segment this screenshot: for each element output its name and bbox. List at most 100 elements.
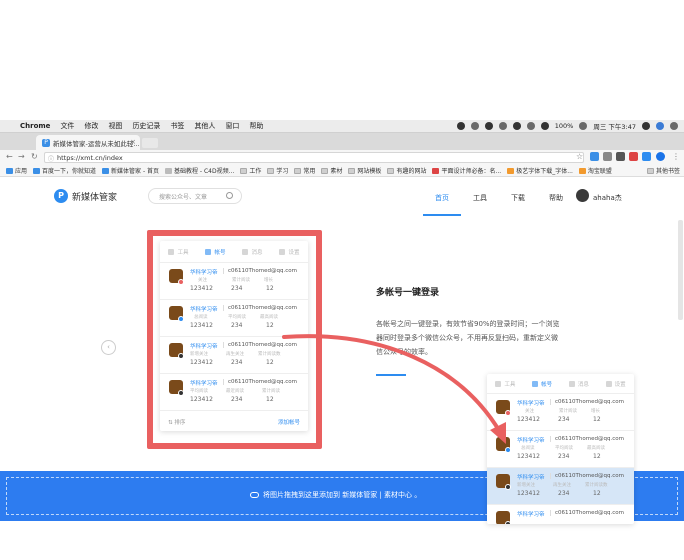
tab-account[interactable]: 帐号 (205, 248, 226, 256)
wechat-icon[interactable] (484, 122, 493, 130)
extension-icon[interactable] (603, 152, 612, 161)
tray-app-icon[interactable] (498, 122, 507, 130)
design-icon (432, 167, 440, 174)
stat-value: 12 (593, 490, 601, 497)
tab-messages[interactable]: 消息 (242, 248, 263, 256)
address-bar[interactable]: ⓘ https://xmt.cn/index (44, 152, 584, 163)
menu-people[interactable]: 其他人 (194, 121, 215, 131)
bookmark-folder-templates[interactable]: 网站模板 (348, 166, 381, 175)
search-icon[interactable] (642, 122, 650, 130)
battery-icon[interactable] (579, 122, 588, 130)
bookmark-folder-study[interactable]: 学习 (267, 166, 288, 175)
menu-window[interactable]: 窗口 (225, 121, 239, 131)
bookmark-font[interactable]: 极艺字体下载_字体... (507, 166, 573, 175)
account-row[interactable]: 华科学习帝 c06110Thomed@qq.com 总阅读 平均阅读 最高阅读 … (160, 300, 308, 337)
nav-tools[interactable]: 工具 (473, 193, 487, 203)
bookmark-taobao[interactable]: 淘宝联盟 (578, 166, 612, 175)
search-icon[interactable] (226, 192, 233, 199)
menu-view[interactable]: 视图 (108, 121, 122, 131)
bookmark-folder-work[interactable]: 工作 (240, 166, 261, 175)
menubar-app-name[interactable]: Chrome (20, 122, 50, 130)
user-avatar[interactable] (576, 189, 589, 202)
back-icon[interactable]: ← (6, 152, 13, 161)
upload-hint: 将图片拖拽到这里添加到 新媒体管家 | 素材中心 。 (250, 490, 421, 500)
wifi-icon[interactable] (526, 122, 535, 130)
stat-label: 最高阅读 (587, 446, 605, 451)
info-icon[interactable]: ⓘ (48, 154, 54, 163)
site-search-input[interactable]: 搜索公众号、文章 (148, 188, 242, 204)
bookmark-star-icon[interactable]: ☆ (576, 152, 583, 161)
stat-value: 123412 (190, 359, 213, 366)
new-tab-button[interactable] (142, 138, 158, 148)
tray-app-icon[interactable] (512, 122, 521, 130)
menu-edit[interactable]: 修改 (84, 121, 98, 131)
folder-icon (387, 167, 395, 174)
extension-icon[interactable] (629, 152, 638, 161)
account-row[interactable]: 华科学习帝 c06110Thomed@qq.com 新增关注 再生关注 累计阅读… (160, 337, 308, 374)
reload-icon[interactable]: ↻ (31, 152, 38, 161)
account-name: 华科学习帝 (517, 401, 545, 407)
tray-app-icon[interactable] (470, 122, 479, 130)
stat-label: 关注 (198, 278, 207, 283)
account-row[interactable]: 华科学习帝 c06110Thomed@qq.com 关注 累计阅读 增长 123… (487, 394, 634, 431)
xmt-extension-icon[interactable] (642, 152, 651, 161)
menubar-clock[interactable]: 周三 下午3:47 (593, 121, 636, 131)
volume-icon[interactable] (540, 122, 549, 130)
platform-badge-icon (178, 390, 184, 396)
account-row[interactable]: 华科学习帝 c06110Thomed@qq.com (487, 505, 634, 524)
user-name[interactable]: ahaha杰 (593, 193, 622, 203)
add-account-button[interactable]: 添加帐号 (278, 418, 300, 426)
menu-file[interactable]: 文件 (60, 121, 74, 131)
tab-account[interactable]: 帐号 (532, 380, 552, 388)
panel-footer: ⇅ 排序 添加帐号 (160, 413, 308, 431)
stat-label: 最高阅读 (260, 315, 278, 320)
extension-icon[interactable] (656, 152, 665, 161)
bookmark-folder-assets[interactable]: 素材 (321, 166, 342, 175)
browser-tab[interactable]: P 新媒体管家-运营从未如此轻... × (36, 135, 140, 150)
bookmark-xmt[interactable]: 新媒体管家 - 首页 (102, 166, 159, 175)
menu-bookmarks[interactable]: 书签 (170, 121, 184, 131)
menu-kebab-icon[interactable]: ⋮ (672, 152, 680, 161)
bookmark-folder-fun[interactable]: 有趣的网站 (387, 166, 426, 175)
account-row[interactable]: 华科学习帝 c06110Thomed@qq.com 总阅读 平均阅读 最高阅读 … (487, 431, 634, 468)
tab-tools[interactable]: 工具 (495, 380, 515, 388)
bookmark-baidu[interactable]: 百度一下，你就知道 (33, 166, 96, 175)
tab-settings[interactable]: 设置 (279, 248, 300, 256)
forward-icon[interactable]: → (18, 152, 25, 161)
xmt-favicon-icon: P (42, 138, 50, 147)
account-row[interactable]: 华科学习帝 c06110Thomed@qq.com 关注 累计阅读 增长 123… (160, 263, 308, 300)
tray-app-icon[interactable] (456, 122, 465, 130)
divider (223, 305, 224, 311)
menu-help[interactable]: 帮助 (249, 121, 263, 131)
account-row[interactable]: 华科学习帝 c06110Thomed@qq.com 平均阅读 最近阅读 累计阅读… (160, 374, 308, 411)
page-scrollbar[interactable] (678, 220, 683, 320)
nav-download[interactable]: 下载 (511, 193, 525, 203)
account-row-selected[interactable]: 华科学习帝 c06110Thomed@qq.com 新增关注 再生关注 累计阅读… (487, 468, 634, 505)
tab-settings[interactable]: 设置 (605, 380, 626, 388)
extension-icon[interactable] (590, 152, 599, 161)
close-tab-icon[interactable]: × (130, 138, 136, 146)
stat-label: 新增关注 (190, 352, 208, 357)
stat-label: 累计阅读 (262, 389, 280, 394)
brand-logo-icon[interactable]: P (54, 189, 68, 203)
tab-messages[interactable]: 消息 (568, 380, 589, 388)
cloud-upload-icon (250, 492, 259, 498)
menu-history[interactable]: 历史记录 (132, 121, 160, 131)
nav-help[interactable]: 帮助 (549, 193, 563, 203)
bookmark-design[interactable]: 平面设计师必备：名... (432, 166, 501, 175)
carousel-prev-button[interactable]: ‹ (101, 340, 116, 355)
tab-tools[interactable]: 工具 (168, 248, 189, 256)
notification-center-icon[interactable] (670, 122, 678, 130)
nav-home[interactable]: 首页 (435, 193, 449, 203)
bookmark-folder-other[interactable]: 其他书签 (646, 166, 680, 175)
sort-button[interactable]: ⇅ 排序 (168, 418, 185, 426)
bookmark-apps[interactable]: 应用 (6, 166, 27, 175)
menubar-tray: 100% 周三 下午3:47 (456, 121, 678, 131)
extension-icon[interactable] (616, 152, 625, 161)
bookmark-folder-common[interactable]: 常用 (294, 166, 315, 175)
user-icon[interactable] (656, 122, 664, 130)
stat-value: 123412 (517, 453, 540, 460)
brand-name[interactable]: 新媒体管家 (72, 190, 117, 203)
bookmark-c4d[interactable]: 基础教程 - C4D视频... (165, 166, 234, 175)
c4d-icon (165, 167, 173, 174)
